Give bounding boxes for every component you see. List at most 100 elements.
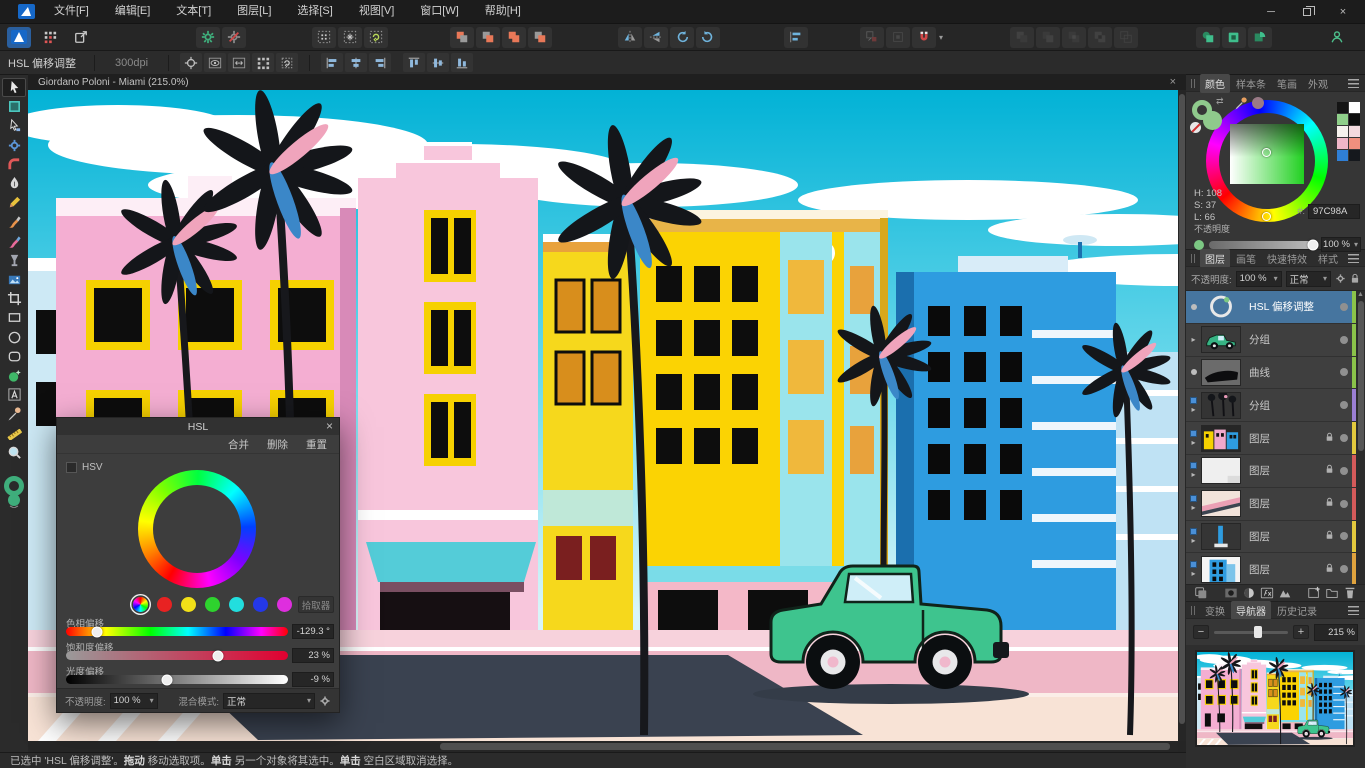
layer-lock-icon[interactable] bbox=[1325, 432, 1334, 445]
mask-layer-icon[interactable] bbox=[1222, 586, 1240, 600]
zoom-tool[interactable] bbox=[2, 443, 26, 462]
picked-color-swatch[interactable] bbox=[1252, 97, 1264, 109]
color-tab-1[interactable]: 样本条 bbox=[1231, 74, 1271, 93]
flip-horizontal-icon[interactable] bbox=[618, 27, 642, 48]
merge-button[interactable]: 合并 bbox=[228, 437, 249, 452]
layer-expand-icon[interactable]: ▸ bbox=[1191, 471, 1195, 479]
gear-disabled-icon[interactable] bbox=[222, 27, 246, 48]
recent-swatch-0[interactable] bbox=[1337, 102, 1348, 113]
selection-scale-icon[interactable] bbox=[228, 53, 250, 72]
layer-checkbox[interactable] bbox=[1190, 528, 1197, 535]
edit-all-layers-icon[interactable] bbox=[1192, 586, 1210, 600]
layer-lock-icon[interactable] bbox=[1325, 497, 1334, 510]
layers-menu-icon[interactable] bbox=[1348, 254, 1359, 263]
recent-swatch-4[interactable] bbox=[1337, 126, 1348, 137]
layer-visibility-dot[interactable] bbox=[1340, 532, 1348, 540]
account-person-icon[interactable] bbox=[1325, 27, 1349, 48]
paint-brush-tool[interactable] bbox=[2, 232, 26, 251]
layers-opacity-dropdown[interactable]: 100 %▾ bbox=[1236, 271, 1282, 287]
zoom-out-button[interactable]: − bbox=[1193, 625, 1209, 639]
recent-swatch-7[interactable] bbox=[1349, 138, 1360, 149]
arrange-front-icon[interactable] bbox=[528, 27, 552, 48]
move-tool[interactable] bbox=[2, 78, 26, 97]
tab-close-icon[interactable]: × bbox=[1170, 76, 1176, 88]
swap-colors-icon[interactable]: ⇄ bbox=[1216, 96, 1224, 107]
layer-lock-icon[interactable] bbox=[1325, 464, 1334, 477]
rectangle-tool[interactable] bbox=[2, 308, 26, 327]
boolean-add-icon[interactable] bbox=[1010, 27, 1034, 48]
export-persona[interactable] bbox=[69, 27, 93, 48]
color-grip[interactable] bbox=[1191, 79, 1195, 88]
layer-visibility-dot[interactable] bbox=[1340, 401, 1348, 409]
dialog-gear-icon[interactable] bbox=[319, 695, 331, 707]
hsl-swatch-1[interactable] bbox=[157, 597, 172, 612]
menu-item-6[interactable]: 窗口[W] bbox=[407, 0, 472, 23]
target-icon[interactable] bbox=[180, 53, 202, 72]
rotate-selection-icon[interactable] bbox=[276, 53, 298, 72]
lum-shift-value[interactable]: -9 % bbox=[292, 672, 334, 687]
hue-shift-slider[interactable] bbox=[66, 627, 288, 636]
layer-row-6[interactable]: ▸图层 bbox=[1186, 488, 1365, 521]
selection-visibility-icon[interactable] bbox=[204, 53, 226, 72]
insert-on-top-icon[interactable] bbox=[1248, 27, 1272, 48]
corner-tool[interactable] bbox=[2, 155, 26, 174]
pen-tool[interactable] bbox=[2, 174, 26, 193]
artboard-tool[interactable] bbox=[2, 97, 26, 116]
menu-item-0[interactable]: 文件[F] bbox=[41, 0, 102, 23]
arrange-backward-icon[interactable] bbox=[476, 27, 500, 48]
boxed-rotate-icon[interactable] bbox=[364, 27, 388, 48]
layer-enabled-dot[interactable] bbox=[1191, 304, 1197, 310]
restore-icon[interactable] bbox=[1293, 2, 1321, 22]
shape-tool[interactable] bbox=[2, 366, 26, 385]
layer-row-1[interactable]: ▸分组 bbox=[1186, 324, 1365, 357]
layer-lock-icon[interactable] bbox=[1325, 563, 1334, 576]
recent-swatch-1[interactable] bbox=[1349, 102, 1360, 113]
alignment-icon[interactable] bbox=[784, 27, 808, 48]
hue-shift-value[interactable]: -129.3 ° bbox=[292, 624, 334, 639]
rotate-cw-icon[interactable] bbox=[696, 27, 720, 48]
layer-lock-icon[interactable] bbox=[1325, 530, 1334, 543]
menu-item-5[interactable]: 视图[V] bbox=[346, 0, 407, 23]
layer-row-2[interactable]: 曲线 bbox=[1186, 357, 1365, 390]
menu-item-2[interactable]: 文本[T] bbox=[163, 0, 224, 23]
pencil-tool[interactable] bbox=[2, 193, 26, 212]
hex-input[interactable]: 97C98A bbox=[1308, 204, 1360, 219]
layer-visibility-dot[interactable] bbox=[1340, 368, 1348, 376]
zoom-value[interactable]: 215 % bbox=[1314, 624, 1358, 641]
measure-tool[interactable] bbox=[2, 423, 26, 442]
layer-enabled-dot[interactable] bbox=[1191, 369, 1197, 375]
zoom-in-button[interactable]: + bbox=[1293, 625, 1309, 639]
recent-swatch-2[interactable] bbox=[1337, 114, 1348, 125]
layers-scrollbar[interactable]: ▲ bbox=[1356, 291, 1365, 584]
opacity-value[interactable]: 100 %▾ bbox=[1321, 237, 1361, 252]
layer-visibility-dot[interactable] bbox=[1340, 434, 1348, 442]
layer-checkbox[interactable] bbox=[1190, 397, 1197, 404]
layer-expand-icon[interactable]: ▸ bbox=[1191, 439, 1195, 447]
recent-swatch-5[interactable] bbox=[1349, 126, 1360, 137]
transparency-tool[interactable] bbox=[2, 251, 26, 270]
insert-behind-icon[interactable] bbox=[1196, 27, 1220, 48]
rotate-ccw-icon[interactable] bbox=[670, 27, 694, 48]
layer-visibility-dot[interactable] bbox=[1340, 336, 1348, 344]
text-tool[interactable] bbox=[2, 385, 26, 404]
align-bottom-icon[interactable] bbox=[451, 53, 473, 72]
recent-swatch-3[interactable] bbox=[1349, 114, 1360, 125]
new-layer-icon[interactable] bbox=[1305, 586, 1323, 600]
sat-shift-value[interactable]: 23 % bbox=[292, 648, 334, 663]
menu-item-3[interactable]: 图层[L] bbox=[224, 0, 284, 23]
designer-persona[interactable] bbox=[7, 27, 31, 48]
delete-button[interactable]: 删除 bbox=[267, 437, 288, 452]
align-right-icon[interactable] bbox=[369, 53, 391, 72]
menu-item-7[interactable]: 帮助[H] bbox=[472, 0, 534, 23]
hsl-swatch-0[interactable] bbox=[133, 597, 148, 612]
navigator-thumbnail[interactable] bbox=[1195, 650, 1355, 747]
menu-item-4[interactable]: 选择[S] bbox=[284, 0, 345, 23]
recent-swatch-9[interactable] bbox=[1349, 150, 1360, 161]
node-tool[interactable] bbox=[2, 116, 26, 135]
document-tab[interactable]: Giordano Poloni - Miami (215.0%) bbox=[38, 77, 189, 88]
boolean-subtract-icon[interactable] bbox=[1036, 27, 1060, 48]
hsv-checkbox[interactable] bbox=[66, 462, 77, 473]
boolean-divide-icon[interactable] bbox=[1114, 27, 1138, 48]
minimize-icon[interactable]: ─ bbox=[1257, 2, 1285, 22]
new-group-icon[interactable] bbox=[1323, 586, 1341, 600]
